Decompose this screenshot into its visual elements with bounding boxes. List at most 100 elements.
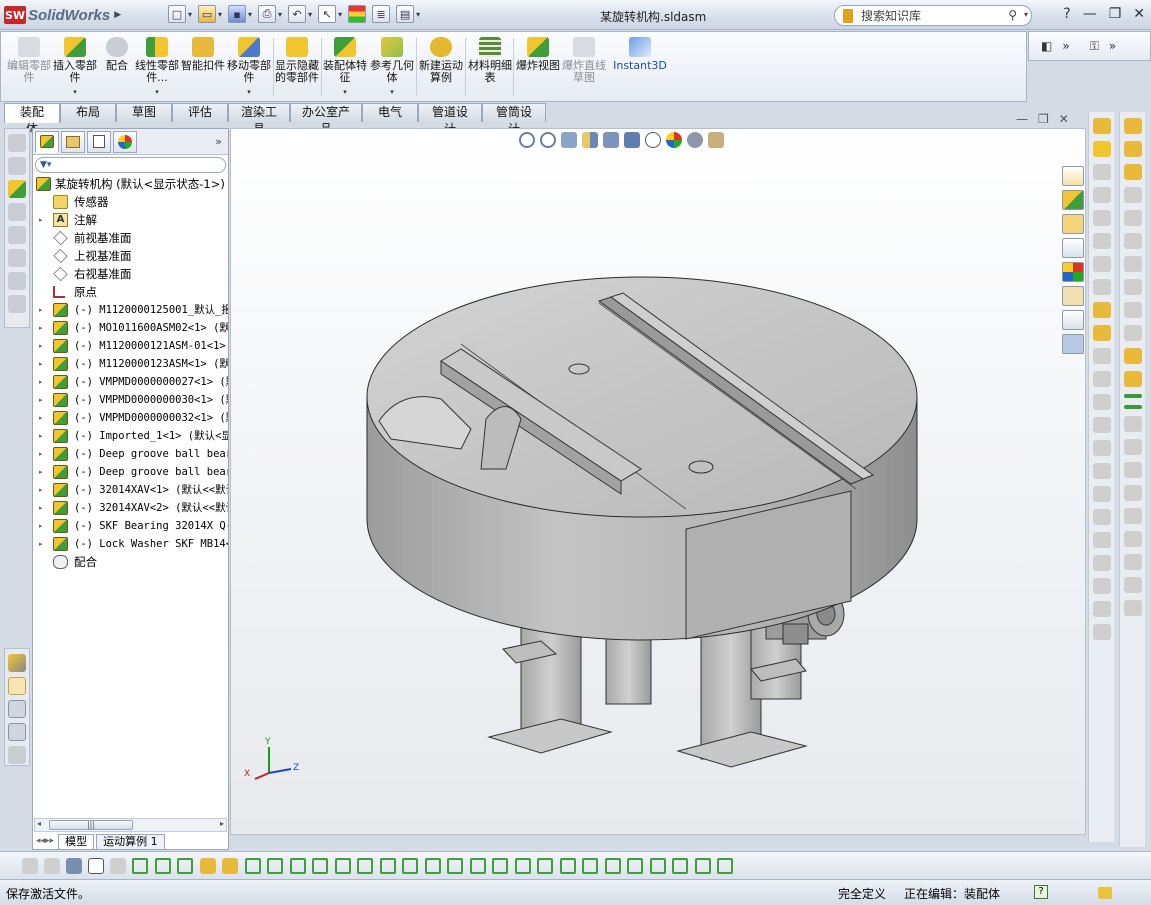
tool-icon[interactable]	[1123, 394, 1142, 398]
tab-piping[interactable]: 管道设计	[418, 103, 482, 136]
expand-icon[interactable]: ▸	[39, 337, 47, 355]
tool-icon[interactable]	[1092, 118, 1111, 134]
tool-icon[interactable]	[1092, 233, 1111, 249]
selection-filter-icon[interactable]	[312, 858, 328, 874]
tree-item[interactable]: ▸ (-) M1120000125001_默认_报	[33, 301, 228, 319]
selection-filter-icon[interactable]	[582, 858, 598, 874]
tab-tubing[interactable]: 管筒设计	[482, 103, 546, 136]
tree-item[interactable]: ▸ (-) Imported_1<1> (默认<显	[33, 427, 228, 445]
tool-icon[interactable]	[1123, 279, 1142, 295]
tab-assembly[interactable]: 装配体	[4, 103, 60, 136]
tree-item[interactable]: ▸ (-) 32014XAV<1> (默认<<默认	[33, 481, 228, 499]
tree-horizontal-scrollbar[interactable]: ◂ ||| ▸	[34, 818, 227, 832]
selection-filter-icon[interactable]	[379, 858, 396, 874]
selection-filter-icon[interactable]	[334, 858, 351, 874]
sketch-tool-icon[interactable]	[8, 203, 26, 221]
undo-icon[interactable]: ↶	[288, 5, 307, 23]
tab-evaluate[interactable]: 评估	[172, 103, 228, 122]
tree-item[interactable]: ▸ (-) M1120000121ASM-01<1>	[33, 337, 228, 355]
selection-filter-icon[interactable]	[604, 858, 621, 874]
home-icon[interactable]	[1062, 166, 1084, 186]
selection-filter-icon[interactable]	[44, 858, 60, 874]
chevron-down-icon[interactable]: ▾	[323, 86, 367, 98]
edit-component-button[interactable]: 编辑零部件	[7, 35, 51, 101]
save-icon[interactable]: ▪	[228, 5, 247, 23]
expand-icon[interactable]: ▸	[39, 319, 47, 337]
tool-icon[interactable]	[1092, 486, 1111, 502]
exploded-view-button[interactable]: 爆炸视图	[516, 35, 560, 101]
select-icon[interactable]: ↖	[318, 5, 337, 23]
tool-icon[interactable]	[1123, 141, 1142, 157]
insert-tool-icon[interactable]	[8, 180, 26, 198]
feature-tree-tab[interactable]	[35, 130, 59, 153]
expand-icon[interactable]: ▸	[39, 445, 47, 463]
tree-item[interactable]: ▸ (-) MO1011600ASM02<1> (默认	[33, 319, 228, 337]
tool-icon[interactable]	[1123, 256, 1142, 272]
tool-icon[interactable]	[1092, 256, 1111, 272]
rotary-table-body[interactable]	[366, 276, 918, 641]
tool-icon[interactable]	[1123, 164, 1142, 180]
design-library-icon[interactable]	[1062, 190, 1084, 210]
selection-filter-icon[interactable]	[154, 858, 171, 874]
selection-filter-icon[interactable]	[492, 858, 508, 874]
chevron-down-icon[interactable]: ▾	[308, 10, 312, 19]
selection-filter-icon[interactable]	[424, 858, 441, 874]
tool-icon[interactable]	[1092, 187, 1111, 203]
selection-filter-icon[interactable]	[514, 858, 531, 874]
linear-pattern-button[interactable]: 线性零部件... ▾	[135, 35, 179, 101]
new-document-icon[interactable]: □	[168, 5, 186, 23]
graphics-area[interactable]: Y Z X	[230, 128, 1086, 835]
chevron-down-icon[interactable]: ▾	[338, 10, 342, 19]
tool-icon[interactable]	[1092, 325, 1111, 341]
tool-icon[interactable]	[1092, 164, 1111, 180]
tree-item[interactable]: ▸ (-) 32014XAV<2> (默认<<默认	[33, 499, 228, 517]
expand-icon[interactable]: ▸	[39, 517, 47, 535]
expand-icon[interactable]: ▸	[39, 427, 47, 445]
chevron-down-icon[interactable]: ▾	[227, 86, 271, 98]
tool-icon[interactable]	[1123, 210, 1142, 226]
instant3d-button[interactable]: Instant3D	[613, 35, 667, 101]
viewport-minimize-button[interactable]: —	[1016, 112, 1028, 126]
tool-icon[interactable]	[1123, 302, 1142, 318]
expand-icon[interactable]: ▸	[39, 391, 47, 409]
tool-icon[interactable]	[1123, 554, 1142, 570]
expand-icon[interactable]: ▸	[39, 463, 47, 481]
selection-filter-icon[interactable]	[177, 858, 193, 874]
gear-mate-icon[interactable]	[8, 746, 26, 764]
ribbon-more-button[interactable]: »	[1062, 39, 1069, 53]
tab-render-tools[interactable]: 渲染工具	[228, 103, 290, 136]
appearances-icon[interactable]	[1062, 262, 1084, 282]
tool-icon[interactable]	[1123, 577, 1142, 593]
selection-filter-icon[interactable]	[627, 858, 643, 874]
selection-filter-icon[interactable]	[357, 858, 373, 874]
chevron-down-icon[interactable]: ▾	[53, 86, 97, 98]
show-hidden-components-button[interactable]: 显示隐藏的零部件	[275, 35, 319, 101]
tool-icon[interactable]	[1092, 394, 1111, 410]
scroll-thumb[interactable]: |||	[49, 820, 133, 830]
smart-fasteners-button[interactable]: 智能扣件	[181, 35, 225, 101]
tool-icon[interactable]	[1092, 463, 1111, 479]
panel-more-button[interactable]: »	[215, 135, 222, 148]
tool-icon[interactable]	[1123, 118, 1142, 134]
selection-filter-icon[interactable]	[222, 858, 238, 874]
chevron-down-icon[interactable]: ▾	[218, 10, 222, 19]
explode-line-sketch-button[interactable]: 爆炸直线草图	[562, 35, 606, 101]
tab-electrical[interactable]: 电气	[362, 103, 418, 122]
tool-icon[interactable]	[1092, 532, 1111, 548]
search-icon[interactable]: ⚲	[1008, 8, 1017, 22]
print-tool-icon[interactable]	[8, 249, 26, 267]
link-tool-icon[interactable]	[8, 295, 26, 313]
selection-filter-icon[interactable]	[537, 858, 553, 874]
options-icon[interactable]: ▤	[396, 5, 415, 23]
selection-filter-icon[interactable]	[672, 858, 688, 874]
selection-filter-icon[interactable]	[649, 858, 666, 874]
tree-item[interactable]: ▸ (-) Lock Washer SKF MB14<1	[33, 535, 228, 553]
tab-layout[interactable]: 布局	[60, 103, 116, 122]
tool-icon[interactable]	[1123, 485, 1142, 501]
expand-icon[interactable]: ▸	[39, 373, 47, 391]
viewport-close-button[interactable]: ✕	[1059, 112, 1069, 126]
scroll-left-icon[interactable]: ◂	[37, 819, 41, 828]
smart-mate-icon[interactable]	[8, 654, 26, 672]
tool-icon[interactable]	[1092, 555, 1111, 571]
custom-properties-icon[interactable]	[1062, 286, 1084, 306]
